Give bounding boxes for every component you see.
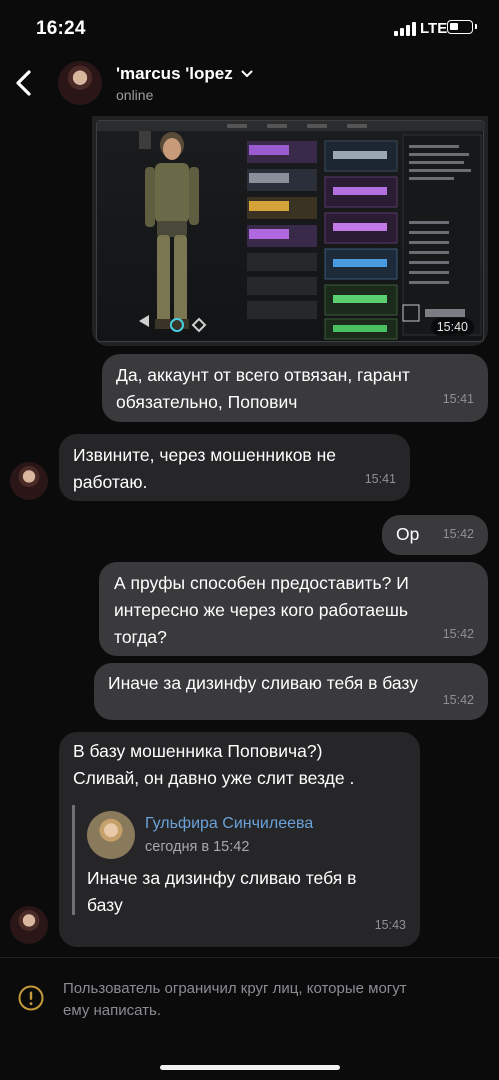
restriction-notice: Пользователь ограничил круг лиц, которые… <box>63 980 407 1019</box>
message-bubble-outgoing[interactable]: Ор 15:42 <box>382 515 488 555</box>
network-label: LTE <box>420 20 448 37</box>
message-time: 15:41 <box>442 392 474 406</box>
status-bar: 16:24 LTE <box>0 0 499 56</box>
quoted-reply[interactable]: Гульфира Синчилеева сегодня в 15:42 Инач… <box>72 805 411 915</box>
quoted-text: Иначе за дизинфу сливаю тебя в базу <box>87 868 357 915</box>
message-text: А пруфы способен предоставить? И интерес… <box>114 573 409 647</box>
warning-icon <box>18 985 44 1011</box>
battery-icon <box>447 20 477 34</box>
chat-header: 'marcus 'lopez online <box>0 56 499 116</box>
sender-avatar[interactable] <box>10 906 48 944</box>
message-text: Да, аккаунт от всего отвязан, гарант обя… <box>116 365 410 412</box>
message-text: Извините, через мошенников не работаю. <box>73 445 336 492</box>
header-avatar[interactable] <box>58 61 102 105</box>
contact-status: online <box>116 87 154 103</box>
signal-icon <box>394 22 416 36</box>
message-bubble-incoming[interactable]: Извините, через мошенников не работаю. 1… <box>59 434 410 501</box>
home-indicator[interactable] <box>160 1065 340 1070</box>
quoted-time: сегодня в 15:42 <box>145 839 250 855</box>
message-time: 15:40 <box>430 318 474 336</box>
image-attachment[interactable]: 15:40 <box>92 116 488 346</box>
message-bubble-outgoing[interactable]: Да, аккаунт от всего отвязан, гарант обя… <box>102 354 488 422</box>
message-time: 15:42 <box>442 627 474 641</box>
message-time: 15:41 <box>364 472 396 486</box>
quoted-avatar <box>87 811 135 859</box>
message-text: Иначе за дизинфу сливаю тебя в базу <box>108 673 418 693</box>
quoted-author[interactable]: Гульфира Синчилеева <box>145 815 313 833</box>
back-chevron-icon[interactable] <box>12 68 36 98</box>
message-bubble-outgoing[interactable]: Иначе за дизинфу сливаю тебя в базу 15:4… <box>94 663 488 720</box>
game-screenshot-image <box>96 120 485 342</box>
status-time: 16:24 <box>36 18 86 39</box>
message-time: 15:42 <box>442 693 474 707</box>
message-text: В базу мошенника Поповича?) Сливай, он д… <box>73 741 355 788</box>
message-text: Ор <box>396 524 420 544</box>
chevron-down-icon <box>241 70 253 78</box>
divider <box>0 957 499 958</box>
contact-name: 'marcus 'lopez <box>116 64 233 83</box>
contact-name-button[interactable]: 'marcus 'lopez <box>116 64 253 84</box>
sender-avatar[interactable] <box>10 462 48 500</box>
message-time: 15:42 <box>442 527 474 541</box>
message-bubble-outgoing[interactable]: А пруфы способен предоставить? И интерес… <box>99 562 488 656</box>
